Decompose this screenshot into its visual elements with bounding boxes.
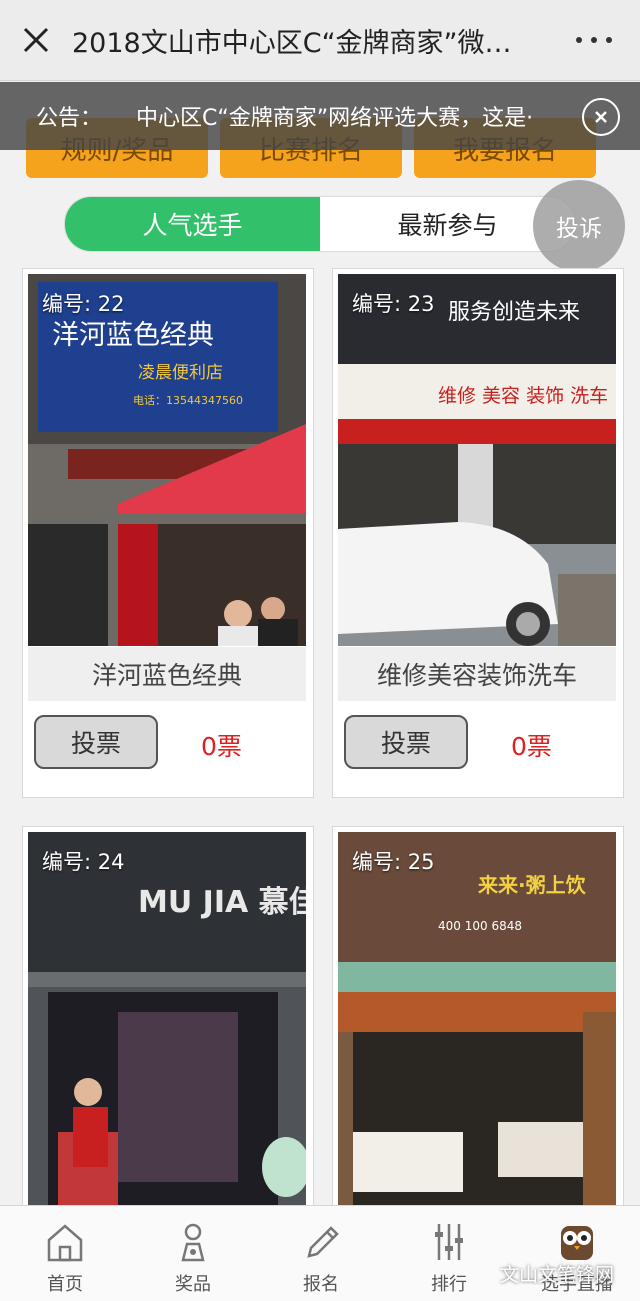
nav-home[interactable]: 首页 [10, 1206, 120, 1301]
contestant-photo[interactable]: 来来·粥上饮 400 100 6848 编号: 25 [338, 832, 616, 1207]
sign-text: 服务创造未来 [448, 300, 580, 325]
sign-sub: 维修 美容 装饰 洗车 [438, 385, 608, 407]
close-icon [595, 111, 607, 123]
vote-count: 0票 [201, 732, 242, 761]
contestant-number: 编号: 22 [42, 292, 125, 316]
page-title: 2018文山市中心区C“金牌商家”微… [72, 27, 512, 59]
nav-label: 奖品 [175, 1274, 211, 1295]
close-icon [23, 27, 49, 53]
owl-icon [561, 1226, 593, 1260]
contestant-photo[interactable]: 服务创造未来 维修 美容 装饰 洗车 编号: 23 [338, 274, 616, 646]
watermark-text: 文山文笔锋网 [500, 1264, 615, 1286]
vote-button[interactable]: 投票 [344, 715, 468, 769]
contestant-card[interactable]: 来来·粥上饮 400 100 6848 编号: 25 [332, 826, 624, 1208]
sign-text: 洋河蓝色经典 [52, 320, 214, 351]
vote-button[interactable]: 投票 [34, 715, 158, 769]
tab-popular[interactable]: 人气选手 [65, 197, 320, 251]
nav-prizes[interactable]: 奖品 [138, 1206, 248, 1301]
gift-icon [181, 1223, 205, 1262]
more-menu-button[interactable] [576, 26, 612, 54]
nav-signup[interactable]: 报名 [266, 1206, 376, 1301]
close-button[interactable] [0, 0, 72, 80]
home-icon [47, 1224, 83, 1262]
notice-text: 中心区C“金牌商家”网络评选大赛，这是· [136, 106, 534, 131]
contestant-tabs: 人气选手 最新参与 [64, 196, 576, 252]
contestant-card[interactable]: MU JIA 慕佳 编号: 24 [22, 826, 314, 1208]
sign-phone: 电话：13544347560 [133, 394, 243, 407]
nav-label: 排行 [431, 1274, 467, 1295]
sign-phone: 400 100 6848 [438, 919, 522, 933]
sign-text: 来来·粥上饮 [477, 873, 587, 897]
app-header: 2018文山市中心区C“金牌商家”微… [0, 0, 640, 81]
sign-text: MU JIA 慕佳 [138, 885, 306, 920]
notice-label: 公告： [36, 106, 103, 131]
contestant-photo[interactable]: MU JIA 慕佳 编号: 24 [28, 832, 306, 1207]
complaint-button[interactable]: 投诉 [533, 180, 625, 272]
contestant-name: 洋河蓝色经典 [28, 647, 306, 701]
notice-bar: 公告： 中心区C“金牌商家”网络评选大赛，这是· [0, 82, 640, 150]
nav-label: 报名 [303, 1274, 339, 1295]
contestant-name: 维修美容装饰洗车 [338, 647, 616, 701]
pencil-icon [307, 1226, 339, 1258]
sign-sub: 凌晨便利店 [138, 363, 223, 383]
contestant-number: 编号: 25 [352, 850, 435, 874]
contestant-number: 编号: 24 [42, 850, 125, 874]
notice-close-button[interactable] [582, 98, 620, 136]
nav-label: 首页 [47, 1274, 83, 1295]
ranking-icon [435, 1224, 463, 1260]
nav-ranking[interactable]: 排行 [394, 1206, 504, 1301]
contestant-photo[interactable]: 洋河蓝色经典 凌晨便利店 电话：13544347560 编号: 22 [28, 274, 306, 646]
contestant-card[interactable]: 服务创造未来 维修 美容 装饰 洗车 编号: 23 维修美容装饰洗车 投票 0票 [332, 268, 624, 798]
more-icon [576, 37, 582, 43]
contestant-card[interactable]: 洋河蓝色经典 凌晨便利店 电话：13544347560 编号: 22 洋河蓝色经… [22, 268, 314, 798]
vote-count: 0票 [511, 732, 552, 761]
contestant-number: 编号: 23 [352, 292, 435, 316]
